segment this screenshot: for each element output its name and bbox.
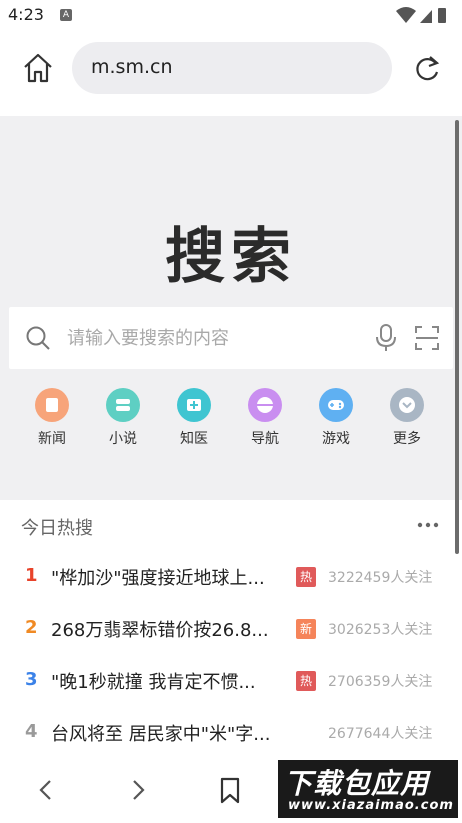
back-icon[interactable] [32, 776, 60, 804]
hot-count: 2677644人关注 [328, 726, 433, 742]
search-input[interactable] [67, 324, 347, 352]
shortcut-news[interactable]: 新闻 [20, 388, 84, 452]
status-icons [396, 7, 446, 23]
new-badge: 新 [296, 619, 316, 639]
shortcut-more[interactable]: 更多 [375, 388, 439, 452]
shortcut-label: 新闻 [38, 431, 66, 447]
site-logo: 搜索 [165, 222, 297, 292]
hot-rank: 1 [25, 565, 38, 586]
hot-search-title: 今日热搜 [21, 518, 93, 539]
browser-toolbar: m.sm.cn [0, 32, 462, 116]
url-bar[interactable]: m.sm.cn [72, 42, 392, 94]
shortcut-games[interactable]: 游戏 [304, 388, 368, 452]
url-text[interactable]: m.sm.cn [91, 56, 172, 78]
hot-item[interactable]: 3 "晚1秒就撞 我肯定不惯... 热 2706359人关注 [0, 657, 462, 709]
hot-search-panel: 今日热搜 1 "桦加沙"强度接近地球上... 热 3222459人关注 2 26… [0, 500, 462, 756]
microphone-icon[interactable] [375, 324, 397, 352]
navigation-icon [248, 388, 282, 422]
hot-rank: 2 [25, 617, 38, 638]
more-options-icon[interactable] [416, 520, 440, 530]
status-time: 4:23 [8, 5, 44, 24]
scan-icon[interactable] [415, 326, 439, 350]
signal-icon [420, 10, 432, 23]
web-content: 搜索 新闻 小说 [0, 116, 462, 756]
hot-count: 3222459人关注 [328, 570, 433, 586]
hot-item[interactable]: 1 "桦加沙"强度接近地球上... 热 3222459人关注 [0, 553, 462, 605]
bookmark-icon[interactable] [216, 776, 244, 804]
watermark-text: 下载包应用 [284, 767, 430, 800]
reload-icon[interactable] [410, 52, 444, 86]
shortcut-label: 小说 [109, 431, 137, 447]
hot-item[interactable]: 4 台风将至 居民家中"米"字... 2677644人关注 [0, 709, 462, 756]
hot-item[interactable]: 2 268万翡翠标错价按26.8... 新 3026253人关注 [0, 605, 462, 657]
hot-count: 2706359人关注 [328, 674, 433, 690]
hot-text[interactable]: "桦加沙"强度接近地球上... [51, 564, 289, 590]
forward-icon[interactable] [124, 776, 152, 804]
gamepad-icon [319, 388, 353, 422]
novel-icon [106, 388, 140, 422]
hot-badge: 热 [296, 671, 316, 691]
hot-rank: 3 [25, 669, 38, 690]
shortcut-navigation[interactable]: 导航 [233, 388, 297, 452]
hot-rank: 4 [25, 721, 38, 742]
home-icon[interactable] [20, 50, 56, 86]
shortcut-label: 更多 [393, 431, 421, 447]
search-icon [26, 326, 50, 350]
hot-badge: 热 [296, 567, 316, 587]
wifi-icon [396, 7, 416, 23]
search-box[interactable] [9, 307, 453, 369]
battery-icon [438, 8, 446, 23]
hot-text[interactable]: 268万翡翠标错价按26.8... [51, 616, 289, 642]
shortcut-label: 游戏 [322, 431, 350, 447]
bottom-navigation: 下载包应用 www.xiazaimao.com [0, 756, 462, 823]
hot-text[interactable]: "晚1秒就撞 我肯定不惯... [51, 668, 289, 694]
shortcut-label: 导航 [251, 431, 279, 447]
shortcut-novel[interactable]: 小说 [91, 388, 155, 452]
shortcut-medical[interactable]: 知医 [162, 388, 226, 452]
scrollbar[interactable] [455, 120, 459, 554]
status-bar: 4:23 A [0, 0, 462, 32]
more-icon [390, 388, 424, 422]
notification-badge: A [60, 9, 72, 21]
hot-text[interactable]: 台风将至 居民家中"米"字... [51, 720, 289, 746]
shortcut-grid: 新闻 小说 知医 导航 游戏 更多 [20, 388, 442, 452]
hot-count: 3026253人关注 [328, 622, 433, 638]
news-icon [35, 388, 69, 422]
shortcut-label: 知医 [180, 431, 208, 447]
watermark-url: www.xiazaimao.com [288, 798, 454, 813]
medical-icon [177, 388, 211, 422]
watermark-logo: 下载包应用 www.xiazaimao.com [276, 758, 460, 820]
